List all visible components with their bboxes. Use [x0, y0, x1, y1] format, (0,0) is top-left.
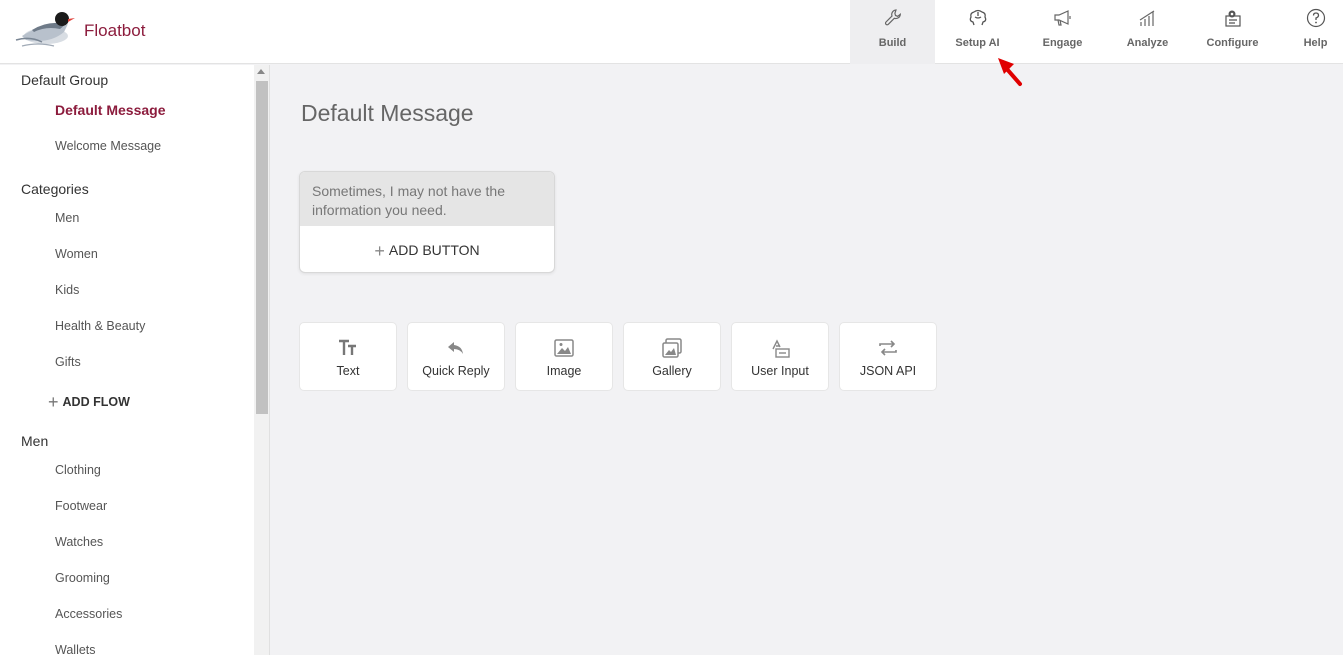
nav-help[interactable]: Help — [1275, 0, 1343, 64]
gear-box-icon — [1224, 10, 1241, 27]
add-button-label: ADD BUTTON — [388, 242, 480, 258]
brain-icon — [969, 9, 986, 26]
scrollbar-thumb[interactable] — [256, 81, 268, 414]
tool-text-label: Text — [336, 364, 360, 378]
tool-text[interactable]: Text — [299, 322, 397, 391]
tool-user-input-label: User Input — [751, 364, 809, 378]
sidebar-item-clothing[interactable]: Clothing — [55, 463, 101, 477]
tool-gallery-label: Gallery — [652, 364, 692, 378]
floatbot-logo[interactable] — [14, 10, 76, 52]
gallery-icon — [662, 338, 682, 358]
sidebar-item-women[interactable]: Women — [55, 247, 98, 261]
tool-image-label: Image — [546, 364, 582, 378]
page-title: Default Message — [301, 100, 474, 126]
sidebar-item-wallets[interactable]: Wallets — [55, 643, 96, 655]
nav-help-label: Help — [1303, 37, 1328, 49]
group-title-categories: Categories — [21, 181, 89, 197]
nav-analyze-label: Analyze — [1126, 37, 1169, 49]
nav-analyze[interactable]: Analyze — [1105, 0, 1190, 64]
sidebar-item-welcome-message[interactable]: Welcome Message — [55, 139, 161, 153]
nav-setup-ai-label: Setup AI — [955, 37, 1000, 49]
nav-engage[interactable]: Engage — [1020, 0, 1105, 64]
tool-gallery[interactable]: Gallery — [623, 322, 721, 391]
sidebar-item-watches[interactable]: Watches — [55, 535, 103, 549]
tool-image[interactable]: Image — [515, 322, 613, 391]
content-type-toolbar: Text Quick Reply Image Gallery User Inpu… — [299, 322, 947, 391]
sidebar: Default Group Default Message Welcome Me… — [0, 65, 254, 655]
tool-quick-reply[interactable]: Quick Reply — [407, 322, 505, 391]
tool-user-input[interactable]: User Input — [731, 322, 829, 391]
sidebar-item-men[interactable]: Men — [55, 211, 79, 225]
add-button[interactable]: + ADD BUTTON — [300, 226, 554, 262]
sidebar-item-footwear[interactable]: Footwear — [55, 499, 107, 513]
nav-build-label: Build — [878, 37, 907, 49]
nav-build[interactable]: Build — [850, 0, 935, 64]
group-title-men: Men — [21, 433, 49, 449]
message-card: Sometimes, I may not have the informatio… — [299, 171, 555, 273]
plus-icon: + — [48, 392, 59, 412]
group-title-default: Default Group — [21, 72, 109, 88]
image-icon — [554, 339, 574, 357]
api-icon — [879, 340, 897, 356]
help-icon — [1306, 8, 1325, 28]
add-flow-label: ADD FLOW — [62, 395, 130, 409]
sidebar-item-kids[interactable]: Kids — [55, 283, 79, 297]
add-flow-button[interactable]: + ADD FLOW — [48, 392, 130, 413]
sidebar-scrollbar[interactable] — [254, 65, 270, 655]
plus-icon: + — [374, 241, 385, 261]
bar-chart-icon — [1139, 10, 1154, 26]
top-header: Floatbot Build Setup AI Engage Analyze C… — [0, 0, 1343, 64]
message-text[interactable]: Sometimes, I may not have the informatio… — [300, 172, 554, 226]
scroll-up-arrow-icon[interactable] — [257, 69, 265, 74]
reply-icon — [448, 342, 463, 354]
tool-quick-reply-label: Quick Reply — [422, 364, 490, 378]
sidebar-item-health-beauty[interactable]: Health & Beauty — [55, 319, 145, 333]
tool-json-api[interactable]: JSON API — [839, 322, 937, 391]
sidebar-item-gifts[interactable]: Gifts — [55, 355, 81, 369]
nav-configure-label: Configure — [1206, 37, 1259, 49]
sidebar-item-grooming[interactable]: Grooming — [55, 571, 110, 585]
user-input-icon — [772, 339, 790, 358]
megaphone-icon — [1053, 10, 1071, 26]
nav-engage-label: Engage — [1042, 37, 1083, 49]
annotation-arrow-icon — [998, 58, 1022, 86]
sidebar-item-default-message[interactable]: Default Message — [55, 102, 165, 118]
sidebar-item-accessories[interactable]: Accessories — [55, 607, 122, 621]
wrench-icon — [884, 9, 901, 26]
tool-json-api-label: JSON API — [859, 364, 917, 378]
text-format-icon — [339, 339, 356, 355]
main-nav: Build Setup AI Engage Analyze Configure … — [850, 0, 1343, 64]
brand-name[interactable]: Floatbot — [84, 21, 145, 41]
nav-configure[interactable]: Configure — [1190, 0, 1275, 64]
